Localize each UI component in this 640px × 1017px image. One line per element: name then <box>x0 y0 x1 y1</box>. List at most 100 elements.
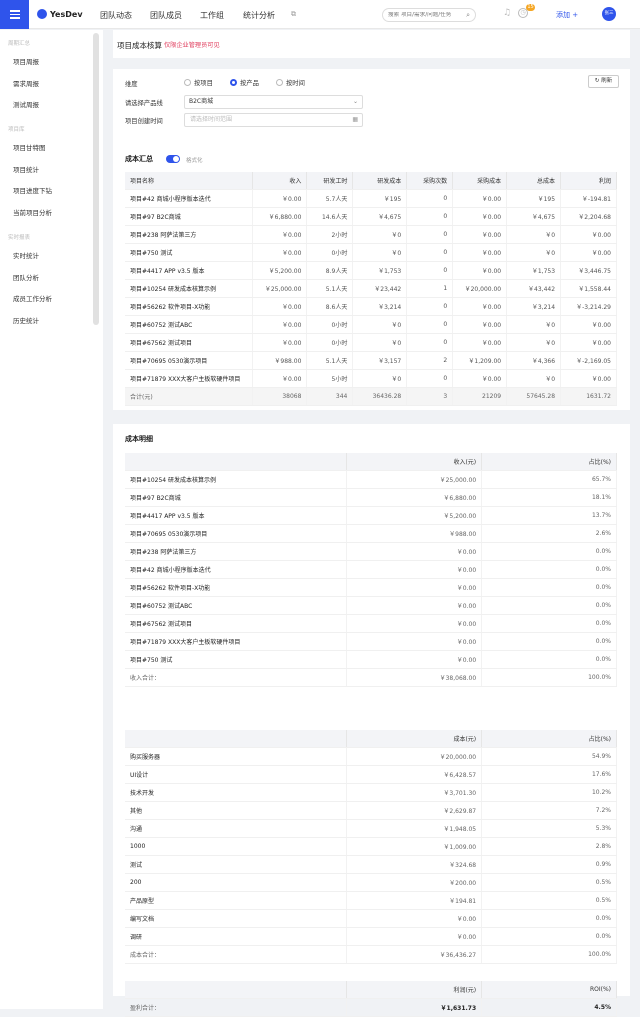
date-range-input[interactable]: 请选择时间范围 ▦ <box>184 113 363 127</box>
sidebar-item-progress-drilldown[interactable]: 项目进度下钻 <box>13 185 52 195</box>
value-cell: ￥0.00 <box>452 297 508 316</box>
value-cell: 0 <box>406 297 454 316</box>
col-header[interactable]: 项目名称 <box>125 172 254 190</box>
sidebar-item-team-analysis[interactable]: 团队分析 <box>13 272 39 282</box>
row-label-cell[interactable]: 项目#97 B2C商城 <box>125 488 348 507</box>
row-label-cell[interactable]: 项目#10254 研发成本核算示例 <box>125 470 348 489</box>
sidebar-item-requirement-weekly[interactable]: 需求周报 <box>13 78 39 88</box>
refresh-button[interactable]: ↻ 刷新 <box>588 75 619 88</box>
logo[interactable]: YesDev <box>37 9 83 19</box>
radio-by-time[interactable]: 按时间 <box>276 78 305 87</box>
avatar[interactable]: 张三 <box>602 7 616 21</box>
search-box[interactable]: ⌕ <box>382 8 476 22</box>
row-label-cell[interactable]: 项目#4417 APP v3.5 版本 <box>125 506 348 525</box>
external-link-icon[interactable]: ⧉ <box>291 10 296 19</box>
row-label-cell[interactable]: 其他 <box>125 801 348 820</box>
row-label-cell[interactable]: 项目#71879 XXX大客户主板软硬件项目 <box>125 632 348 651</box>
product-line-select[interactable]: B2C商城 ⌄ <box>184 95 363 109</box>
table-row: 200 ￥200.00 0.5% <box>125 873 617 892</box>
table-row: 沟通 ￥1,948.05 5.3% <box>125 819 617 838</box>
profit-roi-value: 4.5% <box>481 998 617 1017</box>
bell-icon[interactable]: ♫ <box>503 8 511 18</box>
sidebar-item-history-stats[interactable]: 历史统计 <box>13 315 39 325</box>
row-label-cell[interactable]: 项目#60752 测试ABC <box>125 596 348 615</box>
value-cell: 7.2% <box>481 801 617 820</box>
sidebar-item-gantt[interactable]: 项目甘特图 <box>13 142 46 152</box>
sidebar-item-test-weekly[interactable]: 测试周报 <box>13 99 39 109</box>
col-header[interactable]: 采购成本 <box>452 172 508 190</box>
row-label-cell[interactable]: 项目#750 测试 <box>125 243 254 262</box>
radio-by-product[interactable]: 按产品 <box>230 78 259 87</box>
value-cell: ￥988.00 <box>346 524 483 543</box>
col-header[interactable]: 利润 <box>560 172 617 190</box>
hamburger-menu-icon[interactable] <box>0 0 29 29</box>
row-label-cell[interactable]: 产品原型 <box>125 891 348 910</box>
row-label-cell[interactable]: 项目#10254 研发成本核算示例 <box>125 279 254 298</box>
row-label-cell[interactable]: 技术开发 <box>125 783 348 802</box>
value-cell: ￥0 <box>352 243 408 262</box>
row-label-cell[interactable]: 购买服务器 <box>125 747 348 766</box>
row-label-cell[interactable]: 项目#750 测试 <box>125 650 348 669</box>
nav-work-group[interactable]: 工作组 <box>200 10 224 21</box>
row-label-cell[interactable]: UI设计 <box>125 765 348 784</box>
row-label-cell[interactable]: 项目#71879 XXX大客户主板软硬件项目 <box>125 369 254 388</box>
table-header-row: 利润(元) ROI(%) <box>125 981 617 999</box>
row-label-cell[interactable]: 项目#42 商城小程序版本迭代 <box>125 189 254 208</box>
value-cell: 5.1人天 <box>306 351 354 370</box>
table-row: 产品原型 ￥194.81 0.5% <box>125 891 617 910</box>
table-row: UI设计 ￥6,428.57 17.6% <box>125 765 617 784</box>
row-label-cell[interactable]: 编写文档 <box>125 909 348 928</box>
radio-circle[interactable] <box>184 79 191 86</box>
row-label-cell[interactable]: 项目#56262 软件项目-X功能 <box>125 297 254 316</box>
search-input[interactable] <box>388 12 467 18</box>
value-cell: 54.9% <box>481 747 617 766</box>
row-label-cell[interactable]: 项目#67562 测试项目 <box>125 614 348 633</box>
row-label-cell[interactable]: 项目#97 B2C商城 <box>125 207 254 226</box>
col-header[interactable]: 采购次数 <box>406 172 454 190</box>
total-value: 36436.28 <box>352 387 408 406</box>
radio-circle[interactable] <box>276 79 283 86</box>
row-label-cell[interactable]: 项目#60752 测试ABC <box>125 315 254 334</box>
row-label-cell[interactable]: 项目#238 阿萨法第三方 <box>125 225 254 244</box>
sidebar-item-realtime-stats[interactable]: 实时统计 <box>13 250 39 260</box>
radio-by-project[interactable]: 按项目 <box>184 78 213 87</box>
radio-label: 按项目 <box>194 80 213 87</box>
row-label-cell[interactable]: 调研 <box>125 927 348 946</box>
col-header[interactable]: 研发工时 <box>306 172 354 190</box>
value-cell: ￥3,157 <box>352 351 408 370</box>
row-label-cell[interactable]: 项目#238 阿萨法第三方 <box>125 542 348 561</box>
value-cell: 0.0% <box>481 632 617 651</box>
row-label-cell[interactable]: 200 <box>125 873 348 892</box>
add-button[interactable]: 添加 + <box>556 10 578 20</box>
radio-circle-selected[interactable] <box>230 79 237 86</box>
sidebar-item-member-analysis[interactable]: 成员工作分析 <box>13 293 52 303</box>
value-cell: 14.6人天 <box>306 207 354 226</box>
sidebar-item-project-weekly[interactable]: 项目周报 <box>13 56 39 66</box>
value-cell: 17.6% <box>481 765 617 784</box>
nav-statistics[interactable]: 统计分析 <box>243 10 275 21</box>
col-header[interactable]: 收入 <box>252 172 308 190</box>
row-label-cell[interactable]: 沟通 <box>125 819 348 838</box>
value-cell: ￥6,880.00 <box>252 207 308 226</box>
sidebar-item-current-analysis[interactable]: 当前项目分析 <box>13 207 52 217</box>
row-label-cell[interactable]: 项目#70695 0530演示项目 <box>125 524 348 543</box>
nav-team-members[interactable]: 团队成员 <box>150 10 182 21</box>
value-cell: ￥3,446.75 <box>560 261 617 280</box>
col-header[interactable]: 总成本 <box>506 172 562 190</box>
row-label-cell[interactable]: 项目#56262 软件项目-X功能 <box>125 578 348 597</box>
row-label-cell[interactable]: 项目#67562 测试项目 <box>125 333 254 352</box>
row-label-cell[interactable]: 项目#4417 APP v3.5 版本 <box>125 261 254 280</box>
nav-team-activity[interactable]: 团队动态 <box>100 10 132 21</box>
summary-total-row: 合计(元) 38068 344 36436.28 3 21209 57645.28 1631.… <box>125 387 617 406</box>
row-label-cell[interactable]: 1000 <box>125 837 348 856</box>
row-label-cell[interactable]: 项目#42 商城小程序版本迭代 <box>125 560 348 579</box>
format-toggle[interactable] <box>166 155 180 163</box>
value-cell: 5.3% <box>481 819 617 838</box>
sidebar-item-project-stats[interactable]: 项目统计 <box>13 164 39 174</box>
row-label-cell[interactable]: 项目#70695 0530演示项目 <box>125 351 254 370</box>
sidebar-scrollbar[interactable] <box>93 33 99 325</box>
search-icon[interactable]: ⌕ <box>466 11 470 20</box>
col-header[interactable]: 研发成本 <box>352 172 408 190</box>
row-label-cell[interactable]: 测试 <box>125 855 348 874</box>
refresh-icon: ↻ <box>594 78 600 84</box>
